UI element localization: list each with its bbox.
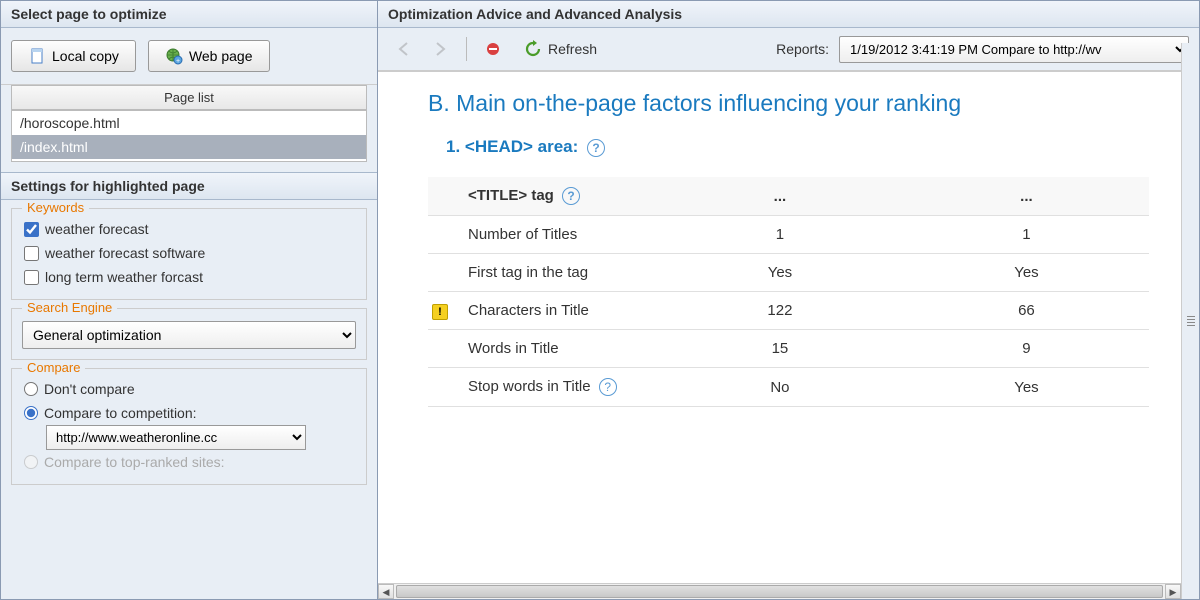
keyword-checkbox[interactable]: [24, 222, 39, 237]
table-header-label: <TITLE> tag ?: [456, 177, 656, 216]
status-cell: !: [428, 292, 456, 330]
report-body[interactable]: B. Main on-the-page factors influencing …: [378, 71, 1199, 599]
row-label: Words in Title: [456, 330, 656, 368]
table-header-col2: ...: [656, 177, 904, 216]
left-header: Select page to optimize: [1, 1, 377, 28]
compare-none-row[interactable]: Don't compare: [22, 377, 356, 401]
right-grip-strip[interactable]: [1181, 43, 1199, 599]
row-value-1: 1: [656, 216, 904, 254]
reports-select[interactable]: 1/19/2012 3:41:19 PM Compare to http://w…: [839, 36, 1189, 63]
keyword-row[interactable]: weather forecast: [22, 217, 356, 241]
stop-button[interactable]: [477, 34, 509, 64]
section-title: 1. <HEAD> area: ?: [446, 137, 1149, 157]
compare-none-radio[interactable]: [24, 382, 38, 396]
row-value-2: 66: [904, 292, 1149, 330]
refresh-label: Refresh: [548, 41, 597, 57]
toolbar: Refresh Reports: 1/19/2012 3:41:19 PM Co…: [378, 28, 1199, 71]
keyword-checkbox[interactable]: [24, 270, 39, 285]
table-row: Number of Titles11: [428, 216, 1149, 254]
compare-panel: Compare Don't compare Compare to competi…: [11, 368, 367, 485]
keyword-label: weather forecast software: [45, 245, 205, 261]
refresh-icon: [524, 40, 542, 58]
row-value-2: 9: [904, 330, 1149, 368]
search-engine-select[interactable]: General optimization: [22, 321, 356, 349]
keyword-row[interactable]: long term weather forcast: [22, 265, 356, 289]
keywords-legend: Keywords: [22, 200, 89, 215]
compare-competition-row[interactable]: Compare to competition:: [22, 401, 356, 425]
compare-top-label: Compare to top-ranked sites:: [44, 454, 225, 470]
compare-competition-label: Compare to competition:: [44, 405, 197, 421]
table-row: Words in Title159: [428, 330, 1149, 368]
search-engine-panel: Search Engine General optimization: [11, 308, 367, 360]
competition-url-select[interactable]: http://www.weatheronline.cc: [46, 425, 306, 450]
row-label: First tag in the tag: [456, 254, 656, 292]
status-cell: [428, 368, 456, 407]
grip-icon: [1187, 316, 1195, 326]
row-value-1: 122: [656, 292, 904, 330]
status-cell: [428, 216, 456, 254]
table-header-col3: ...: [904, 177, 1149, 216]
compare-top-radio: [24, 455, 38, 469]
warning-icon: !: [432, 304, 448, 320]
help-icon[interactable]: ?: [599, 378, 617, 396]
arrow-right-icon: [431, 40, 449, 58]
row-value-2: Yes: [904, 368, 1149, 407]
compare-competition-radio[interactable]: [24, 406, 38, 420]
keyword-checkbox[interactable]: [24, 246, 39, 261]
back-button[interactable]: [388, 34, 420, 64]
globe-icon: +: [165, 47, 183, 65]
report-title: B. Main on-the-page factors influencing …: [428, 90, 1149, 117]
local-copy-label: Local copy: [52, 48, 119, 64]
compare-none-label: Don't compare: [44, 381, 135, 397]
refresh-button[interactable]: Refresh: [513, 35, 608, 63]
report-table: <TITLE> tag ? ... ... Number of Titles11…: [428, 177, 1149, 407]
row-label: Stop words in Title ?: [456, 368, 656, 407]
page-item[interactable]: /horoscope.html: [12, 111, 366, 135]
status-col-header: [428, 177, 456, 216]
status-cell: [428, 254, 456, 292]
document-icon: [28, 47, 46, 65]
row-value-1: Yes: [656, 254, 904, 292]
page-list-header: Page list: [11, 85, 367, 110]
page-item[interactable]: /index.html: [12, 135, 366, 159]
keyword-label: weather forecast: [45, 221, 149, 237]
keyword-label: long term weather forcast: [45, 269, 203, 285]
keywords-panel: Keywords weather forecast weather foreca…: [11, 208, 367, 300]
table-row: First tag in the tagYesYes: [428, 254, 1149, 292]
toolbar-separator: [466, 37, 467, 61]
row-value-1: No: [656, 368, 904, 407]
table-row: Stop words in Title ?NoYes: [428, 368, 1149, 407]
scroll-right-arrow[interactable]: ▶: [1165, 584, 1181, 599]
scroll-left-arrow[interactable]: ◀: [378, 584, 394, 599]
settings-header: Settings for highlighted page: [1, 173, 377, 200]
horizontal-scroll-thumb[interactable]: [396, 585, 1163, 598]
row-label: Characters in Title: [456, 292, 656, 330]
help-icon[interactable]: ?: [562, 187, 580, 205]
row-value-2: Yes: [904, 254, 1149, 292]
forward-button[interactable]: [424, 34, 456, 64]
web-page-label: Web page: [189, 48, 253, 64]
reports-label: Reports:: [776, 41, 829, 57]
arrow-left-icon: [395, 40, 413, 58]
horizontal-scrollbar[interactable]: ◀ ▶: [378, 583, 1181, 599]
page-list[interactable]: /horoscope.html /index.html: [11, 110, 367, 162]
table-row: ! Characters in Title12266: [428, 292, 1149, 330]
row-value-2: 1: [904, 216, 1149, 254]
row-value-1: 15: [656, 330, 904, 368]
web-page-button[interactable]: + Web page: [148, 40, 270, 72]
status-cell: [428, 330, 456, 368]
search-engine-legend: Search Engine: [22, 300, 117, 315]
svg-text:+: +: [176, 58, 180, 65]
right-header: Optimization Advice and Advanced Analysi…: [378, 1, 1199, 28]
compare-top-row: Compare to top-ranked sites:: [22, 450, 356, 474]
local-copy-button[interactable]: Local copy: [11, 40, 136, 72]
keyword-row[interactable]: weather forecast software: [22, 241, 356, 265]
compare-legend: Compare: [22, 360, 85, 375]
stop-icon: [485, 41, 501, 57]
row-label: Number of Titles: [456, 216, 656, 254]
help-icon[interactable]: ?: [587, 139, 605, 157]
